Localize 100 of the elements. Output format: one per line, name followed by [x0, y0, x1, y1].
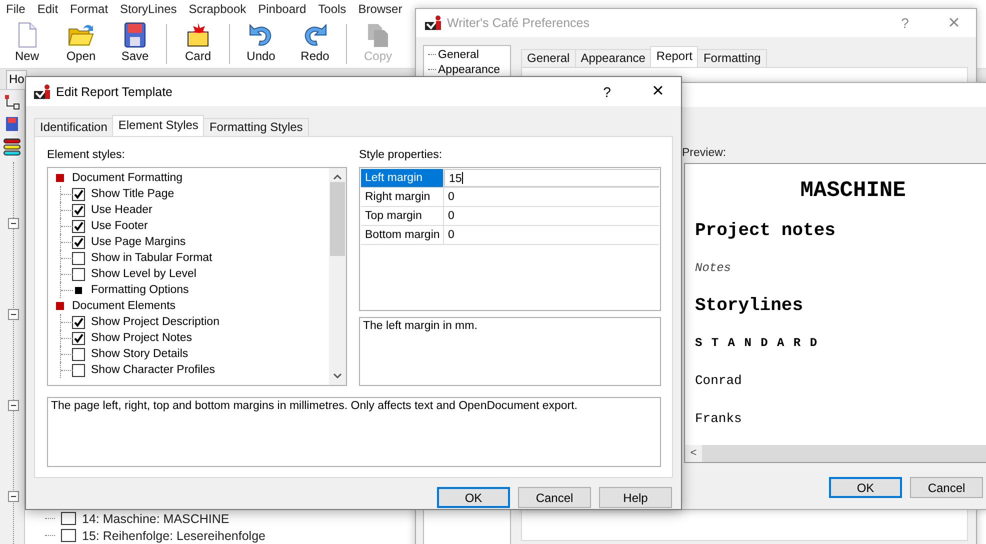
tree-item[interactable]: Appearance — [438, 64, 500, 76]
dialog-button[interactable]: OK — [437, 487, 510, 508]
collapse-icon[interactable] — [8, 400, 19, 411]
menu-item[interactable]: Scrapbook — [182, 2, 252, 16]
dialog-button[interactable]: Cancel — [518, 487, 591, 508]
toolbar-button[interactable]: New — [0, 20, 54, 63]
property-name[interactable]: Left margin — [361, 169, 444, 187]
dialog-button[interactable]: Help — [599, 487, 672, 508]
close-button[interactable]: × — [635, 80, 681, 103]
property-name[interactable]: Top margin — [361, 207, 444, 225]
copy-icon — [365, 22, 391, 48]
page-icon — [61, 512, 76, 525]
property-name[interactable]: Right margin — [361, 188, 444, 206]
property-value: 0 — [447, 209, 456, 224]
checkbox[interactable] — [72, 188, 85, 200]
checkbox[interactable] — [72, 348, 85, 360]
help-button[interactable]: ? — [883, 15, 927, 31]
bullet-icon — [75, 286, 82, 294]
toolbar-button[interactable]: Open — [54, 20, 108, 63]
checkbox[interactable] — [72, 332, 85, 344]
checkbox[interactable] — [72, 268, 85, 280]
property-input[interactable]: 15 — [444, 169, 659, 187]
collapse-icon[interactable] — [8, 309, 19, 320]
tab[interactable]: Formatting Styles — [203, 118, 309, 136]
tree-item[interactable]: Document Formatting — [72, 172, 183, 184]
flowchart-icon[interactable] — [4, 94, 20, 110]
horizontal-scrollbar[interactable]: < — [685, 445, 986, 462]
document-title: MASCHINE — [799, 176, 907, 204]
section-heading: Project notes — [695, 220, 836, 243]
tab[interactable]: General — [521, 49, 576, 67]
property-value: 0 — [447, 228, 456, 243]
tree-item[interactable]: Show Character Profiles — [91, 364, 215, 376]
section-heading: Storylines — [695, 294, 804, 318]
app-logo-icon — [33, 84, 51, 100]
category-icon — [56, 302, 64, 310]
tree-item[interactable]: Use Footer — [91, 220, 148, 232]
toolbar-button[interactable]: Card — [171, 20, 225, 63]
card-icon — [185, 22, 211, 48]
colored-layers-icon[interactable] — [3, 138, 21, 156]
toolbar-button[interactable]: Redo — [288, 20, 342, 63]
scroll-down-icon[interactable] — [333, 373, 342, 379]
checkbox[interactable] — [72, 364, 85, 376]
tree-item[interactable]: 15: Reihenfolge: Lesereihenfolge — [82, 528, 266, 542]
preview-label: Preview: — [682, 147, 728, 161]
element-description: The page left, right, top and bottom margins in millimetres. Only affects text and OpenDocument export. — [47, 397, 661, 467]
category-icon — [56, 174, 64, 182]
note-text: Notes — [695, 260, 732, 278]
document-tab[interactable]: Ho — [6, 70, 28, 89]
tab[interactable]: Appearance — [574, 49, 652, 67]
property-name[interactable]: Bottom margin — [361, 226, 444, 244]
menu-item[interactable]: Edit — [31, 2, 64, 16]
tree-item[interactable]: Use Page Margins — [91, 236, 186, 248]
menu-item[interactable]: Tools — [312, 2, 352, 16]
menu-item[interactable]: File — [0, 2, 32, 16]
app-logo-icon — [424, 15, 442, 31]
tree-item[interactable]: Show Project Description — [91, 316, 220, 328]
tree-item[interactable]: Show Title Page — [91, 188, 174, 200]
tree-item[interactable]: Document Elements — [72, 300, 176, 312]
tree-item[interactable]: 14: Maschine: MASCHINE — [82, 512, 230, 526]
tree-item[interactable]: Show Level by Level — [91, 268, 196, 280]
property-value: 0 — [447, 190, 456, 205]
window-title: Writer's Café Preferences — [447, 16, 590, 30]
folder-icon — [67, 22, 95, 48]
tab[interactable]: Formatting — [697, 49, 767, 67]
tree-item[interactable]: Use Header — [91, 204, 152, 216]
vertical-scrollbar[interactable] — [329, 168, 346, 385]
tree-item[interactable]: Show in Tabular Format — [91, 252, 212, 264]
tree-item[interactable]: Show Story Details — [91, 348, 188, 360]
checkbox[interactable] — [72, 236, 85, 248]
window-title: Edit Report Template — [56, 84, 174, 98]
section-label: Element styles: — [47, 149, 126, 163]
tab[interactable]: Element Styles — [112, 115, 204, 136]
close-button[interactable]: × — [932, 12, 976, 34]
collapse-icon[interactable] — [8, 491, 19, 502]
tab[interactable]: Report — [650, 46, 698, 67]
menu-item[interactable]: Pinboard — [252, 2, 312, 16]
help-button[interactable]: ? — [584, 84, 630, 100]
checkbox[interactable] — [72, 316, 85, 328]
tab[interactable]: Identification — [34, 118, 114, 136]
toolbar-button[interactable]: Save — [108, 20, 162, 63]
tree-item[interactable]: Show Project Notes — [91, 332, 192, 344]
scroll-left-button[interactable]: < — [685, 445, 702, 462]
tree-item[interactable]: Formatting Options — [91, 284, 189, 296]
menu-item[interactable]: Browser — [352, 2, 408, 16]
checkbox[interactable] — [72, 220, 85, 232]
tree-item[interactable]: General — [438, 48, 479, 60]
checkbox[interactable] — [72, 252, 85, 264]
collapse-icon[interactable] — [8, 218, 19, 229]
property-description: The left margin in mm. — [359, 317, 661, 386]
menu-item[interactable]: Format — [64, 2, 114, 16]
checkbox[interactable] — [72, 204, 85, 216]
section-label: Style properties: — [359, 149, 444, 163]
scroll-up-icon[interactable] — [333, 174, 342, 180]
body-text: Conrad — [695, 372, 743, 390]
toolbar-button[interactable]: Undo — [234, 20, 288, 63]
dialog-button[interactable]: Cancel — [910, 477, 983, 498]
menu-item[interactable]: StoryLines — [114, 2, 183, 16]
dialog-button[interactable]: OK — [829, 477, 902, 498]
spaced-text: S T A N D A R D — [695, 335, 820, 352]
body-text: Franks — [695, 410, 743, 428]
